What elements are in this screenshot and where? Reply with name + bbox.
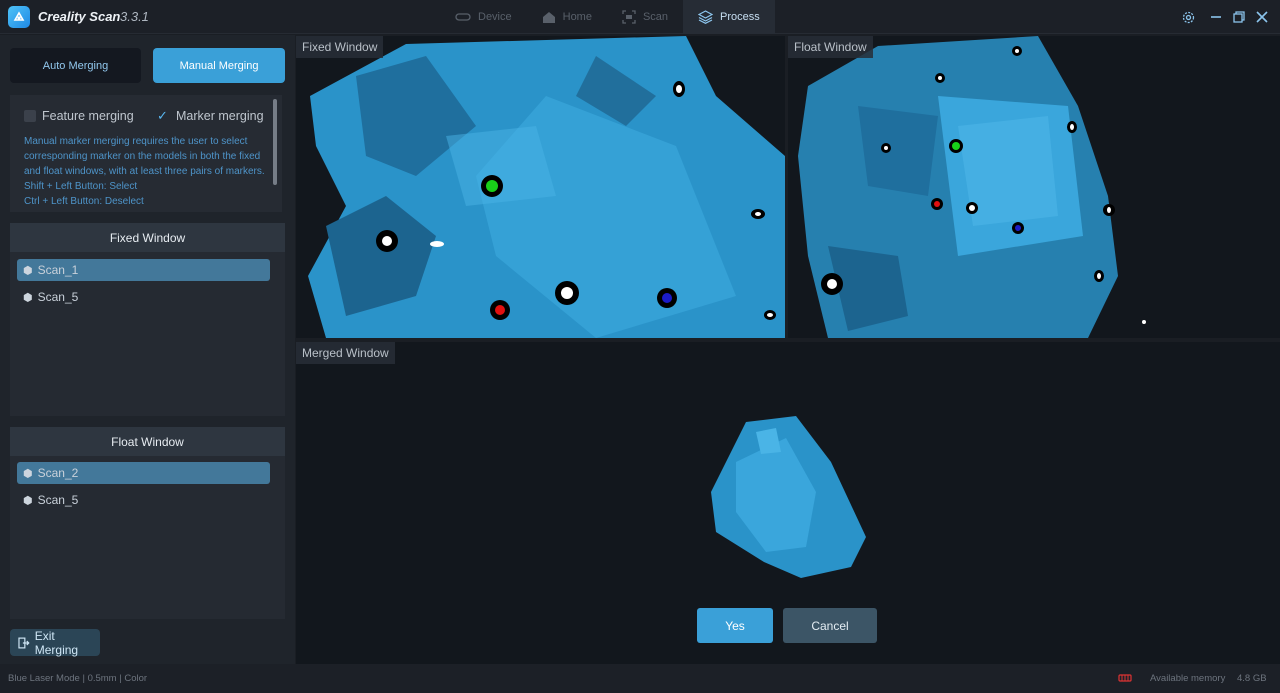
merge-sidebar: Auto Merging Manual Merging Feature merg… bbox=[0, 35, 295, 664]
feature-merging-checkbox[interactable] bbox=[24, 110, 36, 122]
layers-icon bbox=[698, 10, 714, 24]
auto-merging-button[interactable]: Auto Merging bbox=[10, 48, 141, 83]
scan-model bbox=[798, 36, 1146, 338]
list-item[interactable]: ⬢ Scan_1 bbox=[17, 259, 270, 281]
tab-device-label: Device bbox=[478, 11, 512, 23]
restore-button[interactable] bbox=[1229, 7, 1249, 27]
list-item[interactable]: ⬢ Scan_5 bbox=[17, 489, 270, 511]
tab-scan-label: Scan bbox=[642, 11, 669, 23]
scan-icon bbox=[622, 10, 636, 24]
options-scrollbar[interactable] bbox=[273, 99, 277, 185]
close-icon bbox=[1256, 11, 1268, 23]
memory-value: 4.8 GB bbox=[1237, 673, 1267, 684]
memory-label: Available memory bbox=[1150, 673, 1226, 684]
close-button[interactable] bbox=[1252, 7, 1272, 27]
float-window-viewport[interactable]: Float Window bbox=[788, 36, 1280, 338]
exit-merging-label: Exit Merging bbox=[34, 628, 79, 657]
cube-icon: ⬢ bbox=[23, 264, 33, 277]
fixed-window-label: Fixed Window bbox=[296, 36, 384, 58]
exit-merging-button[interactable]: Exit Merging bbox=[10, 628, 100, 657]
tab-process-label: Process bbox=[720, 11, 760, 23]
merged-window-label: Merged Window bbox=[296, 342, 395, 364]
feature-merging-label: Feature merging bbox=[42, 109, 134, 123]
cube-icon: ⬢ bbox=[23, 467, 33, 480]
merge-options-box: Feature merging ✓ Marker merging Manual … bbox=[10, 95, 282, 212]
tab-scan[interactable]: Scan bbox=[607, 0, 683, 34]
manual-merging-button[interactable]: Manual Merging bbox=[153, 48, 285, 83]
home-icon bbox=[542, 11, 555, 23]
exit-icon bbox=[18, 637, 30, 648]
memory-icon bbox=[1118, 674, 1132, 682]
status-bar: Blue Laser Mode | 0.5mm | Color Availabl… bbox=[0, 664, 1280, 693]
app-version: 3.3.1 bbox=[120, 9, 149, 24]
checkmark-icon[interactable]: ✓ bbox=[157, 109, 170, 122]
list-item-label: Scan_2 bbox=[37, 466, 79, 480]
list-item[interactable]: ⬢ Scan_2 bbox=[17, 462, 270, 484]
fixed-window-viewport[interactable]: Fixed Window bbox=[296, 36, 785, 338]
yes-button[interactable]: Yes bbox=[697, 608, 773, 643]
feature-merging-option[interactable]: Feature merging bbox=[24, 109, 134, 123]
minimize-button[interactable] bbox=[1206, 7, 1226, 27]
marker-merging-option[interactable]: ✓ Marker merging bbox=[157, 109, 264, 123]
restore-icon bbox=[1233, 11, 1245, 23]
hint-deselect: Ctrl + Left Button: Deselect bbox=[24, 196, 144, 207]
app-name: Creality Scan bbox=[38, 9, 121, 24]
device-icon bbox=[455, 13, 471, 21]
cube-icon: ⬢ bbox=[23, 291, 33, 304]
app-logo-icon bbox=[8, 6, 30, 28]
hint-select: Shift + Left Button: Select bbox=[24, 181, 138, 192]
list-item-label: Scan_1 bbox=[37, 263, 79, 277]
tab-process[interactable]: Process bbox=[683, 0, 775, 34]
scan-model bbox=[308, 36, 785, 338]
list-item-label: Scan_5 bbox=[37, 493, 79, 507]
float-window-panel: Float Window ⬢ Scan_2 ⬢ Scan_5 bbox=[10, 427, 285, 619]
list-item[interactable]: ⬢ Scan_5 bbox=[17, 286, 270, 308]
float-window-title: Float Window bbox=[10, 427, 285, 456]
cancel-button[interactable]: Cancel bbox=[783, 608, 877, 643]
settings-button[interactable] bbox=[1178, 7, 1198, 27]
gear-icon bbox=[1182, 11, 1194, 23]
merge-instructions: Manual marker merging requires the user … bbox=[24, 134, 276, 209]
fixed-window-panel: Fixed Window ⬢ Scan_1 ⬢ Scan_5 bbox=[10, 223, 285, 416]
title-bar: Creality Scan 3.3.1 Device Home Scan Pro… bbox=[0, 0, 1280, 34]
list-item-label: Scan_5 bbox=[37, 290, 79, 304]
minimize-icon bbox=[1211, 16, 1221, 18]
tab-home[interactable]: Home bbox=[527, 0, 607, 34]
float-window-label: Float Window bbox=[788, 36, 873, 58]
tab-home-label: Home bbox=[562, 11, 592, 23]
fixed-window-title: Fixed Window bbox=[10, 223, 285, 252]
tab-device[interactable]: Device bbox=[440, 0, 527, 34]
scan-mode-status: Blue Laser Mode | 0.5mm | Color bbox=[8, 673, 148, 684]
main-nav: Device Home Scan Process bbox=[440, 0, 775, 34]
cube-icon: ⬢ bbox=[23, 494, 33, 507]
instructions-text: Manual marker merging requires the user … bbox=[24, 136, 265, 177]
marker-merging-label: Marker merging bbox=[176, 109, 264, 123]
